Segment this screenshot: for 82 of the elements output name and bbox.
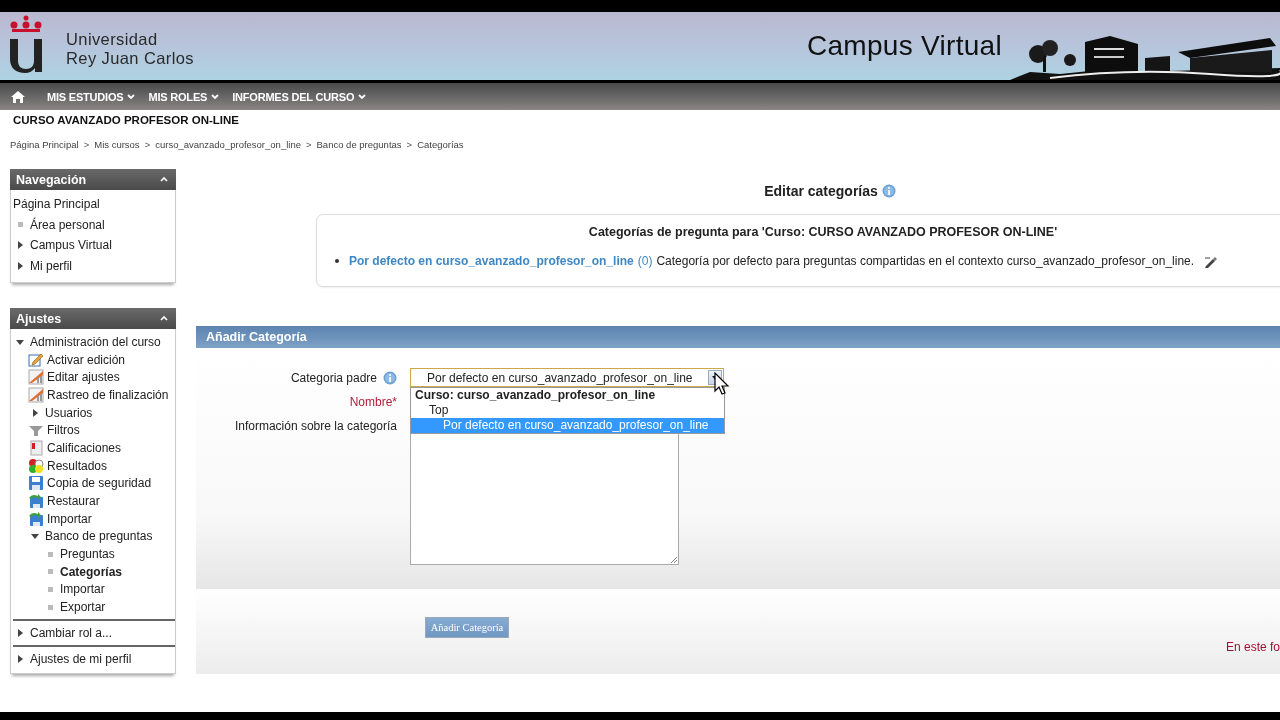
bullet-icon (47, 551, 53, 557)
collapsed-arrow-icon[interactable] (15, 653, 25, 664)
nav-link[interactable]: Cambiar rol a... (30, 625, 113, 640)
block-title: Ajustes (16, 311, 62, 326)
category-link[interactable]: Por defecto en curso_avanzado_profesor_on_line (349, 254, 634, 268)
nav-link[interactable]: Administración del curso (30, 334, 161, 349)
collapsed-arrow-icon[interactable] (15, 260, 25, 271)
bullet-icon (47, 586, 53, 592)
caret-icon (358, 93, 367, 100)
university-name: Rey Juan Carlos (66, 49, 194, 68)
nav-link[interactable]: Exportar (60, 600, 106, 615)
field-label: Categoria padre (290, 370, 377, 385)
breadcrumb-link[interactable]: Página Principal (10, 139, 79, 159)
document-icon (28, 439, 44, 456)
nav-link[interactable]: Resultados (47, 458, 108, 473)
menu-item[interactable]: MIS ESTUDIOS (47, 90, 136, 103)
breadcrumb-separator: > (305, 139, 312, 152)
site-title: Campus Virtual (806, 30, 1002, 62)
breadcrumb-link[interactable]: Mis cursos (94, 139, 140, 159)
breadcrumb-separator: > (144, 139, 151, 152)
nav-link[interactable]: Restaurar (47, 494, 100, 509)
category-select[interactable]: Por defecto en curso_avanzado_profesor_on_line (410, 368, 724, 387)
breadcrumb-separator: > (406, 139, 413, 152)
edit-icon[interactable] (1204, 254, 1219, 268)
nav-link[interactable]: Editar ajustes (47, 370, 120, 385)
home-icon[interactable] (11, 90, 25, 103)
nav-link[interactable]: Activar edición (47, 352, 126, 367)
breadcrumb-link[interactable]: curso_avanzado_profesor_on_line (155, 139, 301, 159)
bullet-icon (47, 604, 53, 610)
menu-item[interactable]: MIS ROLES (148, 90, 220, 103)
university-logo-icon (8, 15, 44, 73)
resize-grip-icon (668, 554, 678, 564)
nav-link[interactable]: Importar (47, 511, 92, 526)
nav-link[interactable]: Ajustes de mi perfil (30, 651, 132, 666)
nav-link[interactable]: Área personal (30, 217, 105, 232)
nav-link[interactable]: Calificaciones (47, 440, 122, 455)
page-heading: Editar categorías (764, 183, 878, 199)
university-name: Universidad (66, 30, 159, 49)
category-description: Categoría por defecto para preguntas compartidas en el contexto curso_avanzado_profesor_on_line. (656, 254, 1195, 268)
question-count: (0) (637, 254, 653, 268)
collapsed-arrow-icon[interactable] (15, 240, 25, 251)
caret-icon (211, 93, 220, 100)
collapsed-arrow-icon[interactable] (30, 407, 40, 418)
bullet-icon (17, 222, 23, 228)
nav-link[interactable]: Categorías (60, 564, 123, 579)
menu-item[interactable]: INFORMES DEL CURSO (232, 90, 367, 103)
help-icon[interactable] (383, 370, 397, 385)
category-heading: Categorías de pregunta para 'Curso: CURSO AVANZADO PROFESOR ON-LINE' (587, 225, 1059, 241)
chart-icon (28, 369, 44, 386)
field-label: Nombre* (349, 394, 397, 409)
nav-link[interactable]: Filtros (47, 423, 80, 438)
nav-link[interactable]: Campus Virtual (30, 238, 112, 253)
course-title: CURSO AVANZADO PROFESOR ON-LINE (12, 113, 240, 128)
breadcrumb-separator: > (83, 139, 90, 152)
breadcrumb-link[interactable]: Banco de preguntas (316, 139, 402, 159)
section-title: Añadir Categoría (206, 330, 307, 344)
block-title: Navegación (16, 172, 87, 187)
nav-link[interactable]: Banco de preguntas (45, 529, 153, 544)
dropdown-option[interactable]: Top (411, 403, 724, 418)
caret-icon (127, 93, 136, 100)
nav-link[interactable]: Página Principal (13, 197, 100, 212)
nav-link[interactable]: Copia de seguridad (47, 476, 152, 491)
nav-link[interactable]: Preguntas (60, 547, 115, 562)
restore-icon (28, 493, 44, 510)
breadcrumb-link[interactable]: Categorías (417, 139, 464, 159)
edit-icon (28, 351, 44, 368)
collapse-icon[interactable] (160, 176, 168, 183)
nav-link[interactable]: Mi perfil (30, 258, 72, 273)
collapse-icon[interactable] (160, 315, 168, 322)
bullet-icon (47, 569, 53, 575)
form-note: En este fo (1225, 640, 1280, 654)
circles-icon (28, 457, 44, 474)
restore-icon (28, 510, 44, 527)
nav-link[interactable]: Usuarios (45, 405, 93, 420)
nav-link[interactable]: Rastreo de finalización (47, 387, 169, 402)
field-label: Información sobre la categoría (234, 418, 397, 433)
bullet-icon (335, 259, 339, 263)
collapsed-arrow-icon[interactable] (15, 627, 25, 638)
nav-link[interactable]: Importar (60, 582, 105, 597)
chart-icon (28, 386, 44, 403)
help-icon[interactable] (881, 184, 896, 198)
option-group-label: Curso: curso_avanzado_profesor_on_line (414, 388, 657, 403)
